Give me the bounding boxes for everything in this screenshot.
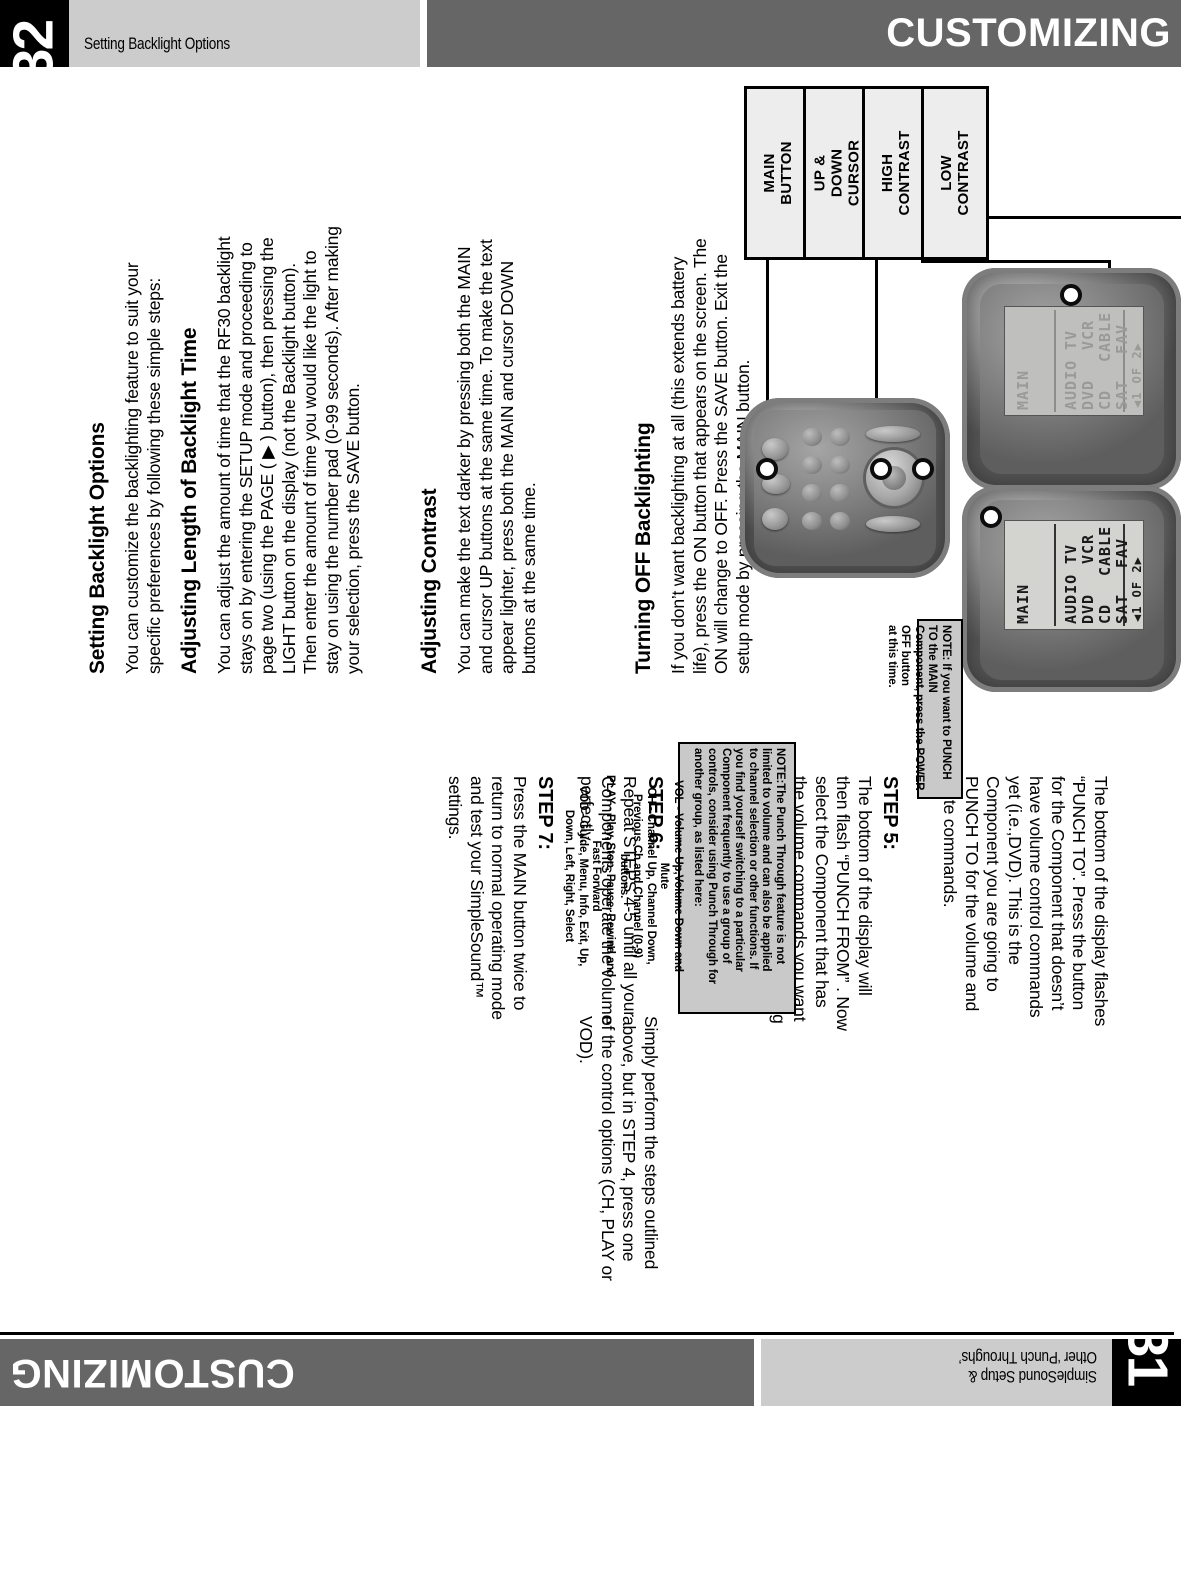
section-body-adjusting-length: You can adjust the amount of time that t… — [214, 226, 363, 674]
remote-top-body: MAIN AUDIO TV DVD VCR CD CABLE SAT FAV ◀… — [962, 268, 1181, 490]
callout-high-contrast: HIGH CONTRAST — [862, 86, 930, 260]
lcd-high-row-1-right: VCR — [1079, 533, 1097, 564]
punch-to-intro-text: The bottom of the display flashes “PUNCH… — [940, 776, 1112, 1027]
lcd-low-row-2-right: CABLE — [1096, 311, 1114, 362]
power-off-button[interactable] — [762, 438, 788, 460]
note-box-punch-through-intro: NOTE:The Punch Through feature is not li… — [692, 748, 786, 985]
screw-hole-bottom — [980, 506, 1002, 528]
lcd-low-row-0-left: AUDIO — [1062, 359, 1080, 410]
keypad-button-3[interactable] — [802, 484, 822, 502]
callout-high-contrast-label: HIGH CONTRAST — [879, 130, 913, 216]
screw-hole-keypad-right — [870, 458, 892, 480]
lcd-low-row-3-left: SAT — [1113, 379, 1131, 410]
page-31-title: CUSTOMIZING — [10, 1351, 295, 1395]
lcd-high-footer: ◀1 OF 2▶ — [1130, 556, 1144, 622]
lcd-high-row-3-right: FAV — [1113, 537, 1131, 568]
lcd-high-title: MAIN — [1014, 583, 1032, 624]
lcd-high-row-0-right: TV — [1062, 543, 1080, 564]
leader-line-low-contrast-h — [989, 216, 1181, 219]
remote-bottom-body: MAIN AUDIO TV DVD VCR CD CABLE SAT FAV ◀… — [962, 486, 1181, 692]
section-heading-adjusting-length: Adjusting Length of Backlight Time — [178, 327, 201, 674]
callout-low-contrast-label: LOW CONTRAST — [938, 130, 972, 216]
lcd-low-footer: ◀1 OF 2▶ — [1130, 342, 1144, 408]
page-31: 31 SimpleSound Setup & Other ‘Punch Thro… — [0, 619, 1181, 1406]
remote-keypad-body — [740, 398, 950, 578]
page-31-number-box: 31 — [1112, 1326, 1181, 1406]
channel-rocker[interactable] — [866, 426, 920, 442]
page-32-number-box: 32 — [0, 0, 69, 80]
screw-hole-top — [1060, 284, 1082, 306]
lcd-high-row-3-left: SAT — [1113, 593, 1131, 624]
section-body-adjusting-contrast: You can make the text darker by pressing… — [454, 239, 539, 674]
lcd-low-row-1-right: VCR — [1079, 319, 1097, 350]
note-box-power-off: NOTE: If you want to PUNCH TO the MAIN C… — [886, 619, 963, 799]
callout-main-button-label: MAIN BUTTON — [761, 141, 795, 205]
page-31-number: 31 — [1115, 1325, 1180, 1386]
callout-main-button: MAIN BUTTON — [744, 86, 812, 260]
section-body-turning-off-backlighting: If you don’t want backlighting at all (t… — [668, 238, 753, 674]
lcd-high-row-0-left: AUDIO — [1062, 573, 1080, 624]
page-31-subtitle: SimpleSound Setup & Other ‘Punch Through… — [958, 1348, 1097, 1386]
section-heading-turning-off-backlighting: Turning OFF Backlighting — [632, 422, 655, 674]
page-32: 32 Setting Backlight Options CUSTOMIZING… — [0, 0, 1181, 703]
page-32-subtitle: Setting Backlight Options — [84, 34, 230, 53]
lcd-low-row-1-left: DVD — [1079, 379, 1097, 410]
page-32-number: 32 — [1, 20, 66, 81]
leader-line-high-contrast-h — [921, 260, 1111, 263]
section-body-setting-backlight-options: You can customize the backlighting featu… — [122, 262, 164, 674]
note-box-punch-through: NOTE:The Punch Through feature is not li… — [563, 742, 796, 1014]
keypad-button-1[interactable] — [802, 428, 822, 446]
lcd-low-row-3-right: FAV — [1113, 323, 1131, 354]
keypad-button-2[interactable] — [802, 456, 822, 474]
callout-low-contrast: LOW CONTRAST — [921, 86, 989, 260]
lcd-low-row-2-left: CD — [1096, 389, 1114, 410]
lcd-low-title: MAIN — [1014, 369, 1032, 410]
step-7-label: STEP 7: — [534, 776, 556, 850]
screw-hole-keypad-mid — [912, 458, 934, 480]
lcd-low-contrast: MAIN AUDIO TV DVD VCR CD CABLE SAT FAV ◀… — [1004, 306, 1144, 416]
power-on-button[interactable] — [762, 508, 788, 530]
page-32-title: CUSTOMIZING — [886, 11, 1171, 55]
callout-up-down-cursor-label: UP & DOWN CURSOR — [811, 139, 863, 207]
lcd-high-row-2-left: CD — [1096, 603, 1114, 624]
note-box-power-off-text: NOTE: If you want to PUNCH TO the MAIN C… — [885, 625, 952, 791]
lcd-low-row-0-right: TV — [1062, 329, 1080, 350]
step-7-body: Press the MAIN button twice to return to… — [445, 776, 531, 1020]
lcd-high-row-2-right: CABLE — [1096, 525, 1114, 576]
keypad-button-5[interactable] — [830, 428, 850, 446]
keypad-button-7[interactable] — [830, 484, 850, 502]
keypad-button-8[interactable] — [830, 512, 850, 530]
lcd-high-contrast: MAIN AUDIO TV DVD VCR CD CABLE SAT FAV ◀… — [1004, 520, 1144, 630]
volume-rocker[interactable] — [866, 516, 920, 532]
note-box-punch-through-list: VOL - Volume Up,Volume Down and Mute CH … — [563, 775, 684, 977]
lcd-high-row-1-left: DVD — [1079, 593, 1097, 624]
callout-up-down-cursor: UP & DOWN CURSOR — [803, 86, 871, 260]
screw-hole-keypad-left — [756, 458, 778, 480]
keypad-button-4[interactable] — [802, 512, 822, 530]
keypad-button-6[interactable] — [830, 456, 850, 474]
step-5-label: STEP 5: — [879, 776, 901, 850]
page-32-header: 32 Setting Backlight Options CUSTOMIZING — [0, 0, 1181, 80]
closing-paragraph: Simply perform the steps outlined above,… — [576, 1016, 662, 1281]
section-heading-adjusting-contrast: Adjusting Contrast — [418, 488, 441, 674]
section-heading-setting-backlight-options: Setting Backlight Options — [86, 422, 109, 674]
